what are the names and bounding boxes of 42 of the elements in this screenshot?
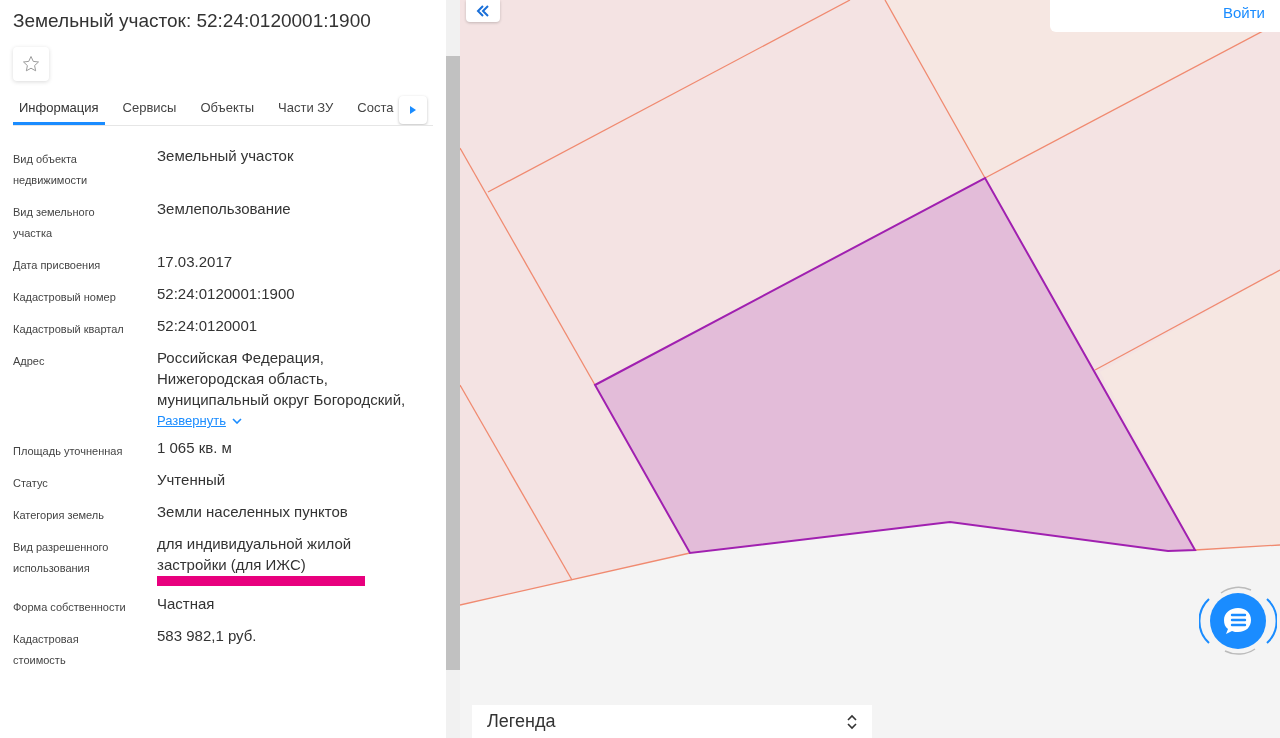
- favorite-button[interactable]: [13, 47, 49, 81]
- field-value: Частная: [157, 594, 216, 614]
- scrollbar[interactable]: [446, 0, 460, 738]
- field-value: 52:24:0120001:1900: [157, 284, 296, 304]
- field-label: Площадь уточненная: [13, 444, 124, 459]
- field-label: Кадастровая стоимость: [13, 632, 80, 668]
- field-label: Статус: [13, 476, 49, 491]
- tab[interactable]: Объекты: [194, 93, 261, 125]
- field-value: для индивидуальной жилой застройки (для ИЖС): [157, 534, 353, 575]
- parcel-title: Земельный участок: 52:24:0120001:1900: [13, 9, 372, 33]
- field-label: Вид земельного участка: [13, 205, 96, 241]
- field-label: Адрес: [13, 354, 46, 369]
- expand-link[interactable]: Развернуть: [157, 412, 422, 430]
- field-label: Вид разрешенного использования: [13, 540, 110, 576]
- field-label: Форма собственности: [13, 600, 127, 615]
- scroll-right-button[interactable]: [399, 96, 427, 124]
- field-value: Российская Федерация, Нижегородская область, муниципальный округ Богородский,: [157, 348, 407, 410]
- field-label: Кадастровый квартал: [13, 322, 125, 337]
- field-value: Земли населенных пунктов: [157, 502, 349, 522]
- field-value: 1 065 кв. м: [157, 438, 233, 458]
- field-value: Землепользование: [157, 199, 292, 219]
- field-label: Вид объекта недвижимости: [13, 152, 89, 188]
- field-label: Категория земель: [13, 508, 105, 523]
- field-value: 583 982,1 руб.: [157, 626, 258, 646]
- field-value: Земельный участок: [157, 146, 295, 166]
- play-icon: [410, 106, 416, 114]
- collapse-panel-button[interactable]: [466, 0, 500, 22]
- tab[interactable]: Части ЗУ: [272, 93, 340, 125]
- field-label: Дата присвоения: [13, 258, 102, 273]
- star-icon: [22, 55, 40, 73]
- tab[interactable]: Сервисы: [116, 93, 183, 125]
- field-label: Кадастровый номер: [13, 290, 117, 305]
- sort-chevrons-icon: [847, 713, 857, 730]
- field-value: 52:24:0120001: [157, 316, 259, 336]
- tab[interactable]: Информация: [13, 93, 105, 125]
- double-chevron-left-icon: [476, 5, 490, 17]
- field-value: Учтенный: [157, 470, 227, 490]
- chat-button[interactable]: [1199, 585, 1277, 657]
- field-value: 17.03.2017: [157, 252, 234, 272]
- chevron-down-icon: [231, 418, 242, 424]
- tab[interactable]: Соста: [351, 93, 400, 125]
- legend-bar[interactable]: Легенда: [472, 705, 872, 738]
